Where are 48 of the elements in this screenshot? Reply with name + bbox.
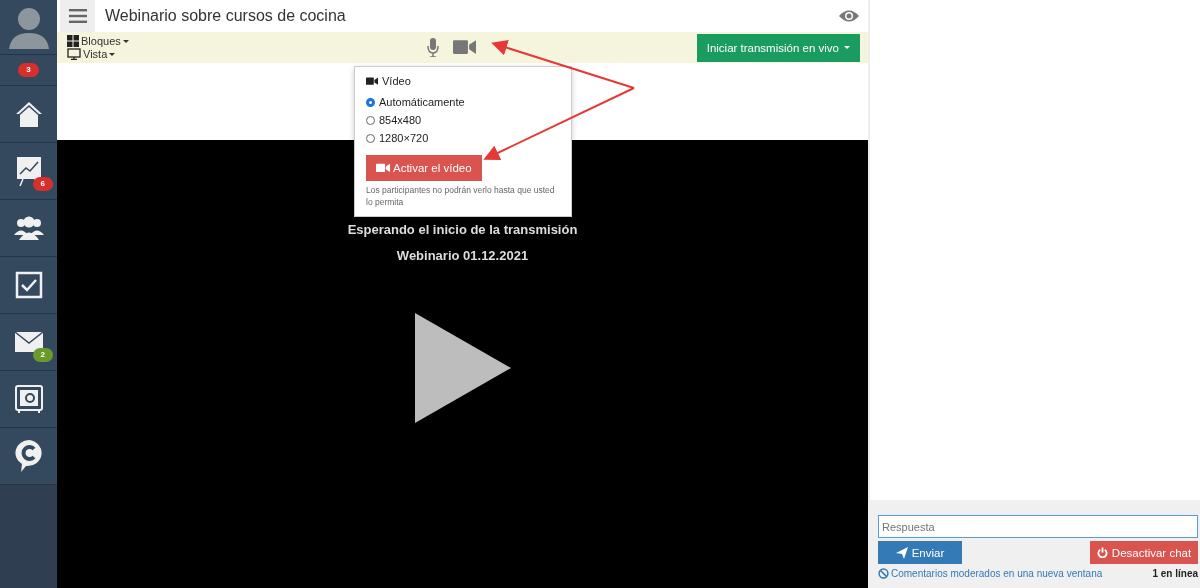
send-icon bbox=[895, 546, 908, 559]
help-text: Los participantes no podrán verlo hasta que usted lo permita bbox=[366, 184, 556, 208]
play-icon[interactable] bbox=[414, 313, 511, 423]
online-count: 1 en línea bbox=[1152, 568, 1198, 579]
notification-badge: 3 bbox=[18, 63, 39, 77]
status-text: Esperando el inicio de la transmisión bbox=[347, 222, 578, 237]
webinar-name: Webinario 01.12.2021 bbox=[396, 248, 529, 263]
chart-icon bbox=[14, 155, 43, 187]
ban-icon bbox=[878, 568, 889, 579]
disable-chat-button[interactable]: Desactivar chat bbox=[1090, 541, 1198, 564]
count-badge: 2 bbox=[32, 348, 53, 362]
activate-video-button[interactable]: Activar el vídeo bbox=[366, 155, 482, 181]
dropdown-menu[interactable]: Vista bbox=[67, 48, 129, 60]
start-live-button[interactable]: Iniciar transmisión en vivo bbox=[696, 33, 860, 62]
microphone-icon[interactable] bbox=[427, 38, 439, 57]
menu-button[interactable] bbox=[60, 0, 95, 32]
sidebar-item[interactable]: 2 bbox=[0, 314, 57, 371]
video-camera-icon bbox=[366, 76, 378, 86]
sidebar-item[interactable] bbox=[0, 257, 57, 314]
monitor-icon bbox=[67, 48, 81, 60]
reply-field[interactable]: Respuesta bbox=[878, 515, 1198, 538]
count-badge: 6 bbox=[32, 177, 53, 191]
radio-option[interactable]: 854x480 bbox=[366, 113, 560, 127]
users-icon bbox=[12, 215, 45, 241]
popup-title: Vídeo bbox=[382, 75, 411, 87]
page-title: Webinario sobre cursos de cocina bbox=[105, 7, 347, 25]
avatar-icon[interactable] bbox=[8, 5, 49, 49]
send-button[interactable]: Enviar bbox=[878, 541, 962, 564]
sidebar-item[interactable] bbox=[0, 86, 57, 143]
video-camera-icon bbox=[376, 163, 390, 173]
moderated-comments-link[interactable]: Comentarios moderados en una nueva ventana bbox=[891, 568, 1103, 579]
menu-icon bbox=[68, 9, 87, 23]
radio-button[interactable] bbox=[366, 97, 375, 107]
sidebar-item[interactable] bbox=[0, 428, 57, 485]
sidebar-item[interactable]: 6 bbox=[0, 143, 57, 200]
eye-icon[interactable] bbox=[838, 9, 860, 23]
chat-logo-icon bbox=[13, 439, 44, 473]
safe-icon bbox=[13, 384, 44, 414]
radio-option[interactable]: Automáticamente bbox=[366, 95, 560, 109]
grid-icon bbox=[67, 35, 79, 47]
mail-icon bbox=[13, 331, 44, 353]
checkbox-icon bbox=[14, 271, 43, 299]
sidebar-item[interactable] bbox=[0, 200, 57, 257]
radio-option[interactable]: 1280×720 bbox=[366, 131, 560, 145]
power-icon bbox=[1096, 547, 1108, 558]
video-camera-icon bbox=[453, 39, 476, 56]
dropdown-menu[interactable]: Bloques bbox=[67, 35, 129, 47]
sidebar-item[interactable] bbox=[0, 371, 57, 428]
